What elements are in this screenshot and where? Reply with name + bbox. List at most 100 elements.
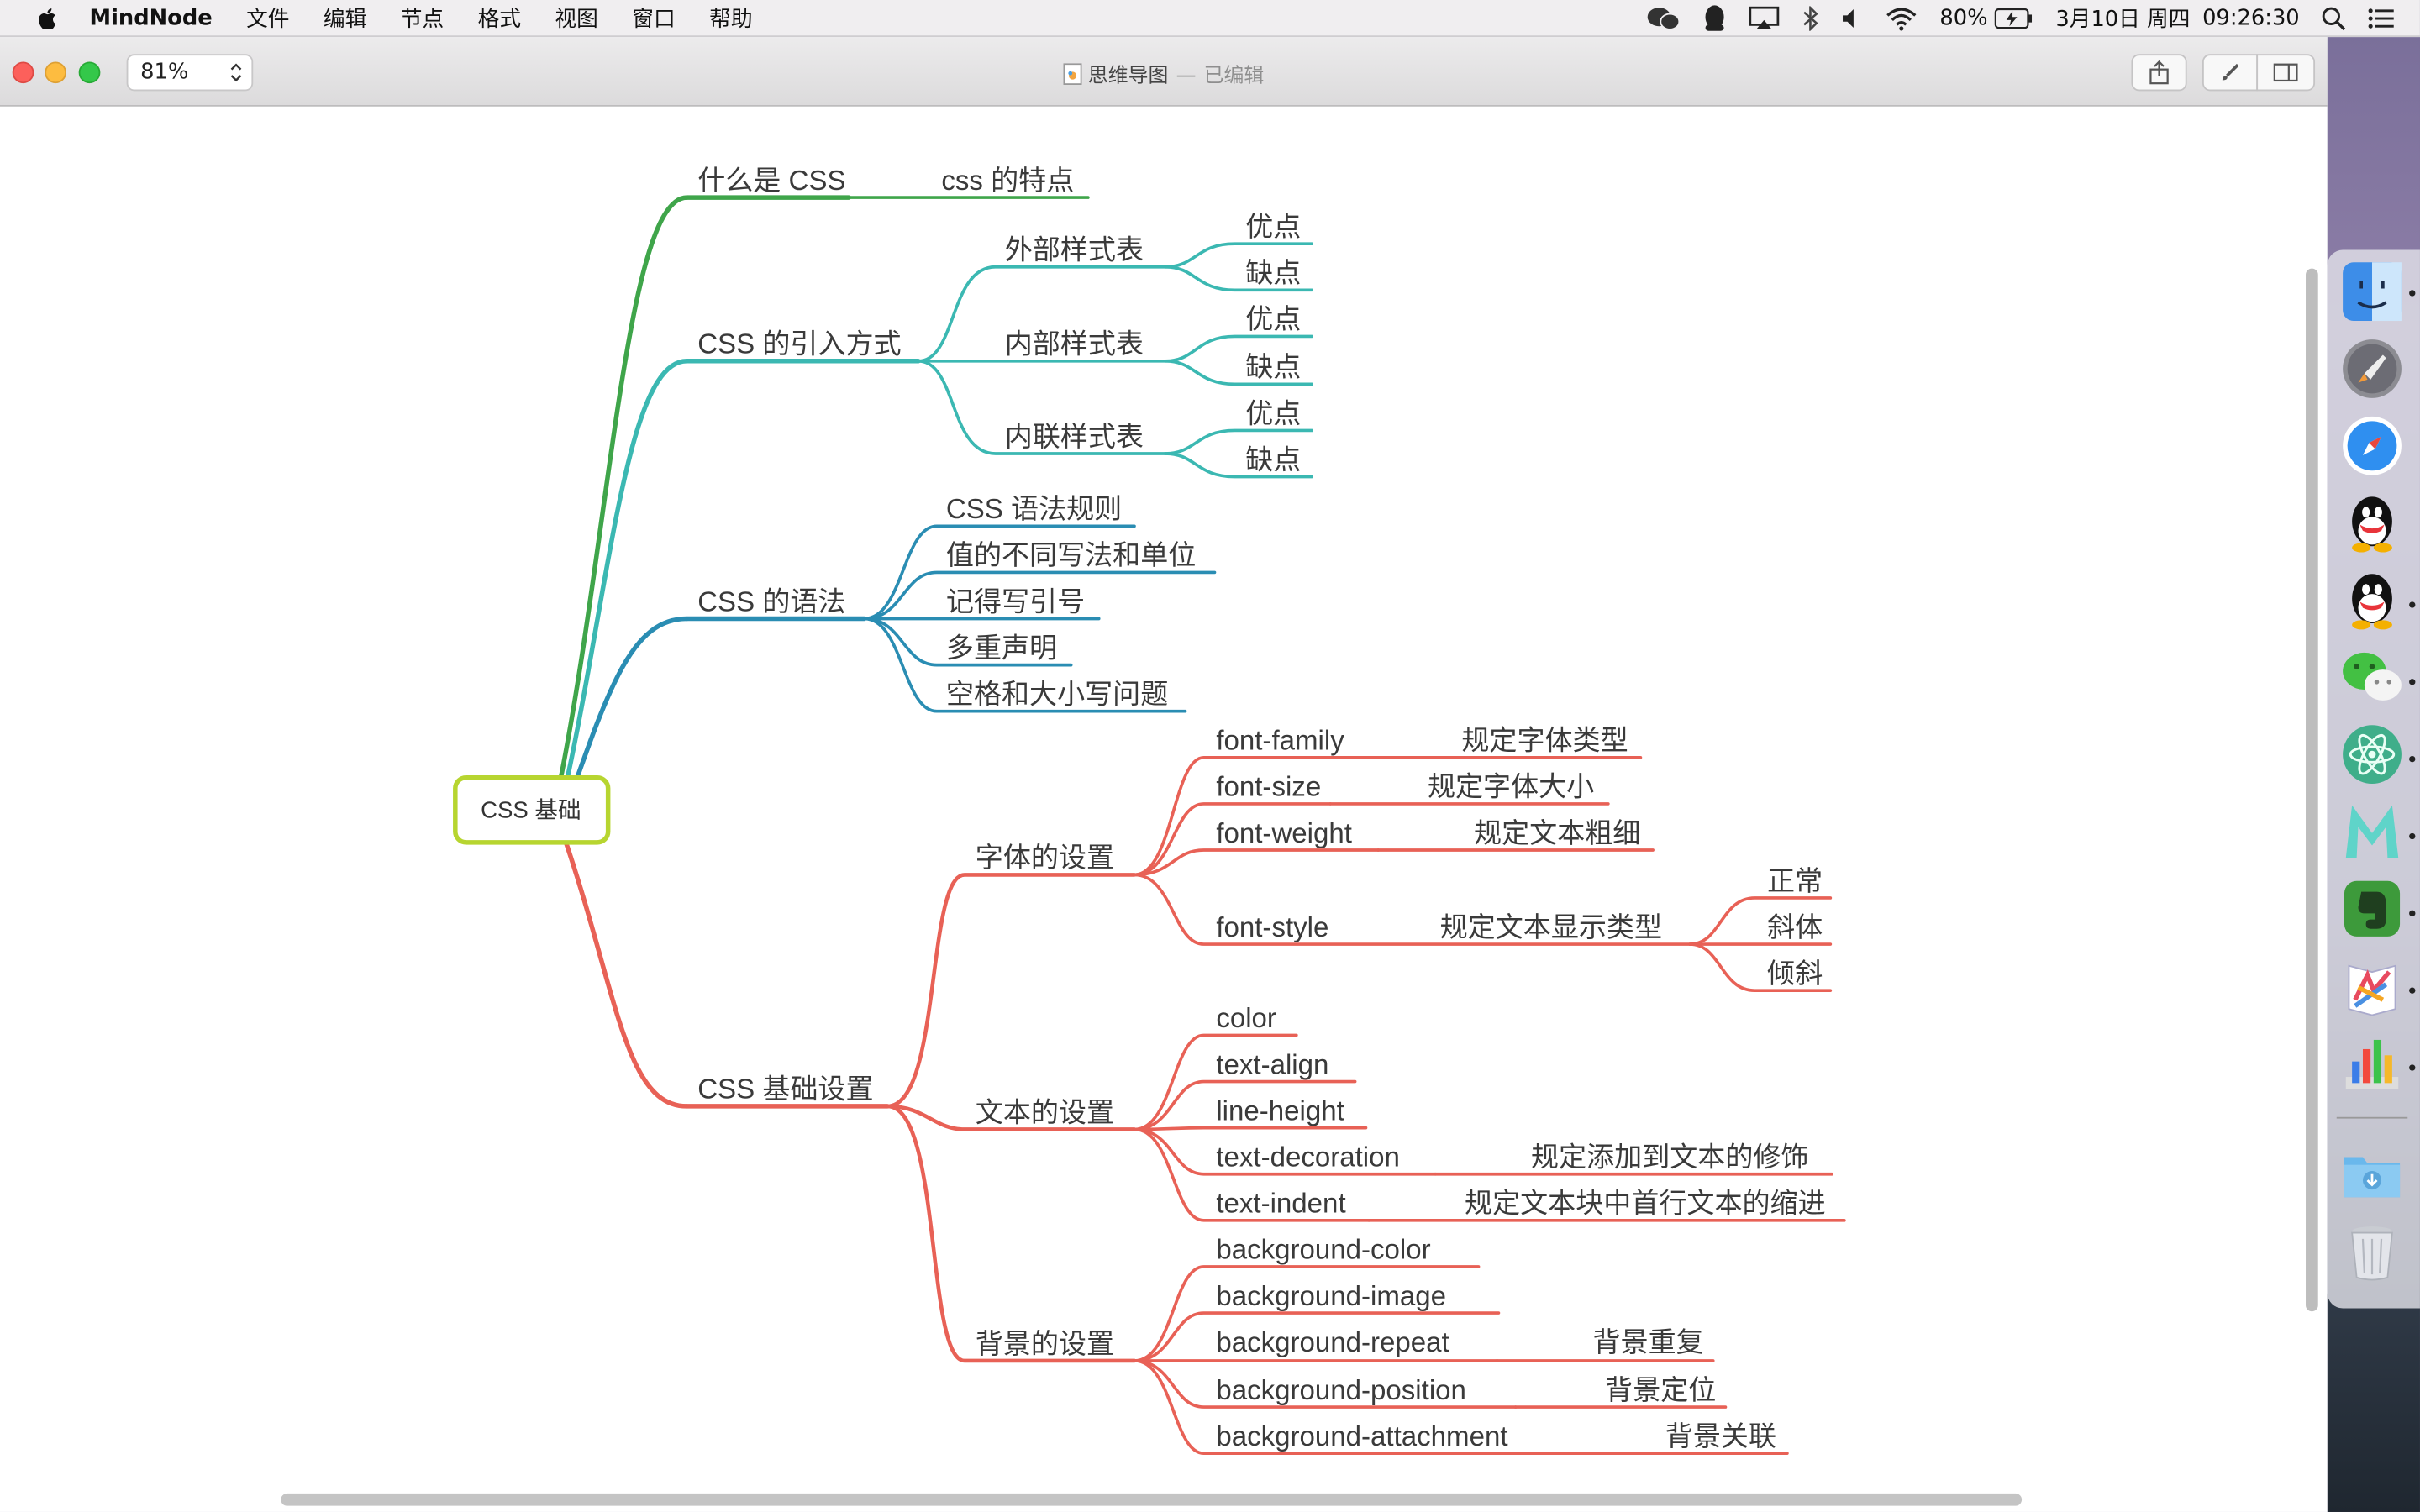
notification-center-icon[interactable]: [2367, 7, 2395, 29]
node-what-is-css[interactable]: 什么是 CSS: [697, 165, 845, 197]
mind-map-canvas[interactable]: CSS 基础 什么是 CSS css 的特点 CSS 的引入方式 外部样式表 内…: [0, 107, 2328, 1512]
qq-secondary-dock-icon[interactable]: [2339, 568, 2404, 633]
node-internal-stylesheet[interactable]: 内部样式表: [1005, 329, 1144, 360]
node-css-import[interactable]: CSS 的引入方式: [697, 329, 901, 360]
node-font-weight[interactable]: font-weight: [1216, 818, 1352, 849]
node-text-align[interactable]: text-align: [1216, 1049, 1328, 1080]
node-inline-stylesheet[interactable]: 内联样式表: [1005, 422, 1144, 453]
battery-icon[interactable]: [1994, 7, 2034, 29]
node-background-repeat[interactable]: background-repeat: [1216, 1327, 1449, 1358]
mindnode-running-indicator: [2409, 832, 2416, 840]
brush-icon: [2222, 63, 2239, 81]
numbers-dock-icon[interactable]: [2339, 1031, 2404, 1095]
node-background-attachment-desc[interactable]: 背景关联: [1665, 1421, 1776, 1452]
node-background-position-desc[interactable]: 背景定位: [1605, 1375, 1716, 1406]
menu-file[interactable]: 文件: [246, 3, 289, 34]
node-inline-con[interactable]: 缺点: [1245, 444, 1301, 475]
node-text-indent[interactable]: text-indent: [1216, 1189, 1345, 1220]
dock: [2327, 249, 2420, 1309]
share-button[interactable]: [2131, 54, 2187, 92]
horizontal-scrollbar[interactable]: [281, 1493, 2023, 1506]
node-text-indent-desc[interactable]: 规定文本块中首行文本的缩进: [1465, 1189, 1826, 1220]
wechat-status-icon[interactable]: [1646, 5, 1680, 29]
safari-dock-icon[interactable]: [2339, 413, 2404, 478]
downloads-folder-dock-icon[interactable]: [2339, 1142, 2404, 1206]
menu-view[interactable]: 视图: [555, 3, 597, 34]
node-background-attachment[interactable]: background-attachment: [1216, 1421, 1507, 1452]
node-multiple-declarations[interactable]: 多重声明: [946, 633, 1057, 664]
node-background-color[interactable]: background-color: [1216, 1235, 1430, 1266]
node-text-decoration[interactable]: text-decoration: [1216, 1142, 1400, 1173]
node-font-family[interactable]: font-family: [1216, 726, 1344, 757]
node-value-units[interactable]: 值的不同写法和单位: [946, 540, 1196, 571]
menu-node[interactable]: 节点: [401, 3, 444, 34]
toggle-sidebar-button[interactable]: [2256, 54, 2316, 92]
menu-bar: MindNode 文件 编辑 节点 格式 视图 窗口 帮助 80% 3月10日 …: [0, 0, 2420, 38]
evernote-dock-icon[interactable]: [2339, 876, 2404, 941]
atom-dock-icon[interactable]: [2339, 722, 2404, 787]
format-inspector-button[interactable]: [2202, 54, 2259, 92]
sidebar-icon: [2273, 63, 2298, 82]
app-menu-mindnode[interactable]: MindNode: [90, 5, 213, 29]
qq-running-indicator: [2409, 601, 2416, 608]
mindnode-dock-icon[interactable]: [2339, 799, 2404, 864]
wechat-running-indicator: [2409, 679, 2416, 685]
airplay-icon[interactable]: [1749, 5, 1780, 29]
node-quotes[interactable]: 记得写引号: [946, 586, 1085, 617]
node-background-settings[interactable]: 背景的设置: [976, 1329, 1114, 1360]
menu-edit[interactable]: 编辑: [324, 3, 366, 34]
node-font-weight-desc[interactable]: 规定文本粗细: [1474, 818, 1640, 849]
node-font-family-desc[interactable]: 规定字体类型: [1461, 726, 1628, 757]
node-font-settings[interactable]: 字体的设置: [976, 843, 1114, 874]
wifi-icon[interactable]: [1884, 5, 1918, 30]
launchpad-dock-icon[interactable]: [2339, 336, 2404, 401]
evernote-running-indicator: [2409, 910, 2416, 916]
node-css-syntax[interactable]: CSS 的语法: [697, 586, 845, 617]
bluetooth-icon[interactable]: [1801, 5, 1819, 30]
finder-dock-icon[interactable]: [2339, 260, 2404, 324]
node-font-style-desc[interactable]: 规定文本显示类型: [1440, 912, 1662, 943]
node-line-height[interactable]: line-height: [1216, 1095, 1344, 1126]
qq-status-icon[interactable]: [1702, 4, 1727, 32]
node-background-repeat-desc[interactable]: 背景重复: [1592, 1327, 1703, 1358]
wechat-dock-icon[interactable]: [2339, 645, 2404, 710]
node-font-style[interactable]: font-style: [1216, 912, 1328, 943]
node-background-position[interactable]: background-position: [1216, 1375, 1466, 1406]
node-style-normal[interactable]: 正常: [1767, 866, 1823, 897]
title-bar: 81% 思维导图 — 已编辑: [0, 37, 2328, 107]
node-internal-con[interactable]: 缺点: [1245, 352, 1301, 383]
node-internal-pro[interactable]: 优点: [1245, 304, 1301, 335]
node-text-settings[interactable]: 文本的设置: [976, 1097, 1114, 1128]
menu-window[interactable]: 窗口: [632, 3, 675, 34]
node-text-decoration-desc[interactable]: 规定添加到文本的修饰: [1531, 1142, 1808, 1173]
menu-help[interactable]: 帮助: [709, 3, 752, 34]
node-style-oblique[interactable]: 倾斜: [1767, 958, 1823, 990]
node-color[interactable]: color: [1216, 1003, 1276, 1034]
node-background-image[interactable]: background-image: [1216, 1281, 1446, 1312]
node-style-italic[interactable]: 斜体: [1767, 912, 1823, 943]
apple-menu-icon[interactable]: [34, 4, 61, 32]
spotlight-search-icon[interactable]: [2321, 5, 2346, 30]
node-external-con[interactable]: 缺点: [1245, 258, 1301, 289]
node-syntax-rules[interactable]: CSS 语法规则: [946, 494, 1122, 525]
node-inline-pro[interactable]: 优点: [1245, 398, 1301, 429]
atom-running-indicator: [2409, 755, 2416, 763]
qq-dock-icon[interactable]: [2339, 491, 2404, 555]
volume-icon[interactable]: [1841, 7, 1863, 29]
node-whitespace-case[interactable]: 空格和大小写问题: [946, 680, 1168, 711]
trash-dock-icon[interactable]: [2339, 1219, 2404, 1284]
document-name: 思维导图: [1087, 65, 1169, 88]
node-font-size-desc[interactable]: 规定字体大小: [1428, 772, 1594, 803]
vertical-scrollbar[interactable]: [2306, 268, 2318, 1312]
edge-root-basic: [562, 837, 690, 1109]
clock-display[interactable]: 09:26:30: [2202, 5, 2300, 29]
date-display[interactable]: 3月10日 周四: [2055, 3, 2190, 34]
status-area: 80% 3月10日 周四 09:26:30: [1646, 0, 2420, 35]
node-external-stylesheet[interactable]: 外部样式表: [1005, 235, 1144, 266]
menu-format[interactable]: 格式: [478, 3, 521, 34]
node-css-basic-settings[interactable]: CSS 基础设置: [697, 1074, 873, 1105]
xmind-dock-icon[interactable]: [2339, 953, 2404, 1018]
node-external-pro[interactable]: 优点: [1245, 212, 1301, 243]
node-font-size[interactable]: font-size: [1216, 772, 1321, 803]
node-css-features[interactable]: css 的特点: [941, 165, 1074, 197]
